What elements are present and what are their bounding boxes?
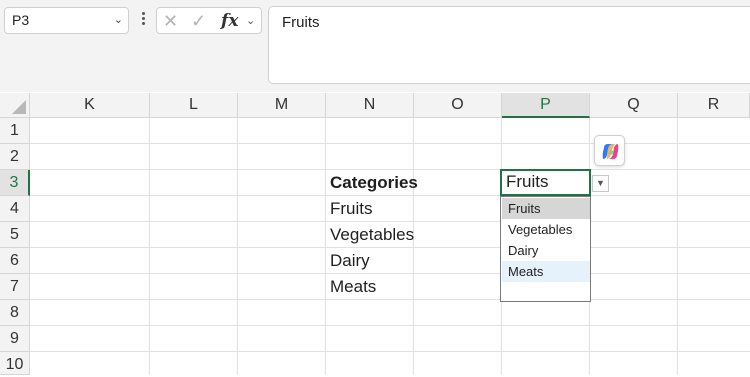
column-header-l[interactable]: L: [150, 93, 238, 118]
row-header-8[interactable]: 8: [0, 300, 30, 326]
more-options-icon[interactable]: [140, 10, 146, 30]
formula-text: Fruits: [282, 14, 320, 31]
dropdown-option-meats[interactable]: Meats: [502, 261, 590, 282]
cell-n6[interactable]: Dairy: [330, 248, 370, 274]
copilot-button[interactable]: [594, 135, 625, 166]
select-all-button[interactable]: [0, 93, 30, 118]
row-header-4[interactable]: 4: [0, 196, 30, 222]
copilot-icon: [602, 144, 619, 159]
enter-check-icon[interactable]: ✓: [191, 10, 206, 32]
gridline: [30, 351, 750, 352]
row-header-6[interactable]: 6: [0, 248, 30, 274]
cell-n4[interactable]: Fruits: [330, 196, 373, 222]
dropdown-option-dairy[interactable]: Dairy: [502, 240, 590, 261]
column-header-r[interactable]: R: [678, 93, 750, 118]
dropdown-option-vegetables[interactable]: Vegetables: [502, 219, 590, 240]
row-header-9[interactable]: 9: [0, 326, 30, 352]
gridline: [30, 299, 750, 300]
cell-n3[interactable]: Categories: [330, 170, 418, 196]
row-header-5[interactable]: 5: [0, 222, 30, 248]
row-header-7[interactable]: 7: [0, 274, 30, 300]
formula-input[interactable]: Fruits: [268, 6, 750, 84]
gridline: [30, 273, 750, 274]
formula-controls: ✕ ✓ fx ⌄: [156, 7, 262, 34]
row-header-1[interactable]: 1: [0, 118, 30, 144]
chevron-down-icon[interactable]: ⌄: [114, 8, 123, 33]
gridline: [30, 325, 750, 326]
cancel-icon[interactable]: ✕: [163, 10, 178, 32]
gridline: [30, 143, 750, 144]
cell-n7[interactable]: Meats: [330, 274, 376, 300]
column-header-q[interactable]: Q: [590, 93, 678, 118]
row-header-2[interactable]: 2: [0, 144, 30, 170]
formula-bar-area: P3 ⌄ ✕ ✓ fx ⌄ Fruits: [0, 0, 750, 92]
column-header-p[interactable]: P: [502, 93, 590, 118]
name-box-value: P3: [12, 12, 30, 28]
dropdown-arrow-button[interactable]: ▼: [592, 175, 609, 192]
cell-n5[interactable]: Vegetables: [330, 222, 414, 248]
active-cell-p3[interactable]: Fruits: [500, 169, 591, 196]
column-header-m[interactable]: M: [238, 93, 326, 118]
insert-function-icon[interactable]: fx: [221, 10, 238, 32]
name-box[interactable]: P3 ⌄: [4, 7, 129, 34]
row-header-10[interactable]: 10: [0, 352, 30, 375]
dropdown-option-fruits[interactable]: Fruits: [502, 198, 590, 219]
row-header-3[interactable]: 3: [0, 170, 30, 196]
chevron-down-icon[interactable]: ⌄: [246, 10, 255, 32]
column-header-k[interactable]: K: [30, 93, 150, 118]
column-header-o[interactable]: O: [414, 93, 502, 118]
chevron-down-icon: ▼: [596, 178, 605, 188]
dropdown-list: Fruits Vegetables Dairy Meats: [500, 196, 591, 302]
column-header-n[interactable]: N: [326, 93, 414, 118]
